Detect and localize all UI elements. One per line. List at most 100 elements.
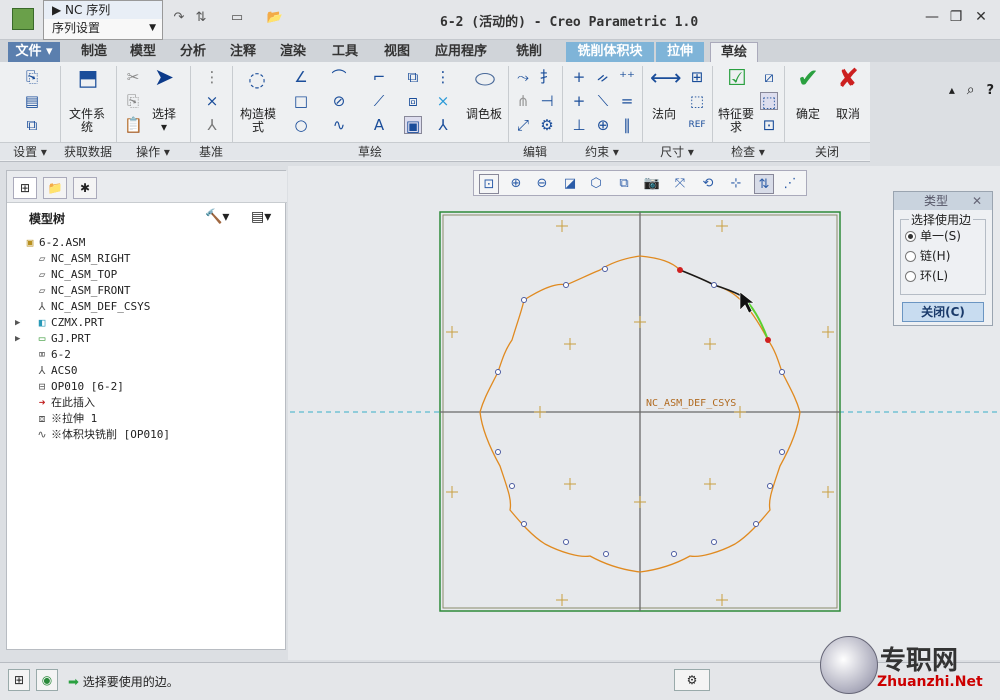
delete-segment-icon[interactable]: ⺘ bbox=[538, 68, 556, 86]
window-icon[interactable]: ▭ bbox=[228, 10, 246, 28]
horizontal-constraint-icon[interactable]: + bbox=[570, 92, 588, 110]
tree-columns-icon[interactable]: ▤▾ bbox=[251, 209, 271, 225]
tree-item[interactable]: ▱ NC_ASM_FRONT bbox=[13, 283, 283, 299]
construction-mode-icon[interactable]: ◌ bbox=[244, 69, 270, 100]
rotate-resize-icon[interactable]: ⚙ bbox=[538, 116, 556, 134]
tree-item[interactable]: ▶ ▭ GJ.PRT bbox=[13, 331, 283, 347]
display-style-icon[interactable]: ⬡ bbox=[586, 174, 606, 194]
spline-icon[interactable]: ∿ bbox=[330, 116, 348, 134]
cut-icon[interactable]: ✂ bbox=[124, 68, 142, 86]
cancel-button[interactable]: 取消 bbox=[828, 108, 868, 121]
tab-render[interactable]: 渲染 bbox=[270, 42, 316, 62]
group-setup[interactable]: 设置 ▾ bbox=[0, 142, 60, 160]
sketch-csys-icon[interactable]: ⅄ bbox=[434, 116, 452, 134]
tree-item[interactable]: ⌧ 6-2 bbox=[13, 347, 283, 363]
settings-icon[interactable]: ⎘ bbox=[23, 68, 41, 86]
dialog-close-button[interactable]: 关闭(C) bbox=[902, 302, 984, 322]
radio-loop[interactable]: 环(L) bbox=[905, 268, 985, 284]
annotation-display-icon[interactable]: ⊹ bbox=[726, 174, 746, 194]
refit-icon[interactable]: ⊡ bbox=[479, 174, 499, 194]
dialog-close-icon[interactable]: ✕ bbox=[972, 192, 982, 210]
symmetric-icon[interactable]: ⁺⁺ bbox=[618, 68, 636, 86]
confirm-check-icon[interactable]: ✔ bbox=[794, 66, 822, 100]
nc-sequence-dropdown[interactable]: ▶ NC 序列 序列设置 ▼ bbox=[43, 0, 163, 40]
search-icon[interactable]: ⌕ bbox=[967, 82, 975, 98]
close-window-icon[interactable]: 📂 bbox=[266, 10, 284, 28]
project-icon[interactable]: ▣ bbox=[404, 116, 422, 135]
offset-icon[interactable]: ⧉ bbox=[404, 68, 422, 86]
feature-requirements-button[interactable]: 特征要求 bbox=[716, 108, 756, 134]
normal-dimension-icon[interactable]: ⟷ bbox=[650, 68, 682, 100]
group-operations[interactable]: 操作 ▾ bbox=[116, 142, 190, 160]
reference-dim-icon[interactable]: REF bbox=[688, 116, 706, 134]
ok-button[interactable]: 确定 bbox=[788, 108, 828, 121]
dropdown-item-sequence-setup[interactable]: 序列设置 ▼ bbox=[44, 19, 162, 37]
close-icon[interactable]: ✕ bbox=[970, 9, 992, 29]
select-arrow-icon[interactable]: ➤ bbox=[152, 65, 176, 98]
text-icon[interactable]: A bbox=[370, 116, 388, 134]
overlapping-geometry-icon[interactable]: ⧄ bbox=[760, 68, 778, 86]
thicken-icon[interactable]: ⧈ bbox=[404, 92, 422, 110]
expand-toggle-icon[interactable]: ▶ bbox=[15, 331, 20, 347]
collapse-ribbon-icon[interactable]: ▴ bbox=[949, 83, 955, 97]
tree-item[interactable]: ⧈ ※拉伸 1 bbox=[13, 411, 283, 427]
centerline-sketch-icon[interactable]: ⋮ bbox=[434, 68, 452, 86]
fillet-icon[interactable]: ⌐ bbox=[370, 68, 388, 86]
palette-icon[interactable]: ⬭ bbox=[470, 67, 500, 100]
midpoint-icon[interactable]: ⟍ bbox=[594, 92, 612, 110]
file-system-button[interactable]: 文件系统 bbox=[64, 108, 110, 134]
maximize-icon[interactable]: ❐ bbox=[945, 9, 967, 29]
tree-item[interactable]: ▱ NC_ASM_RIGHT bbox=[13, 251, 283, 267]
spin-center-icon[interactable]: ⟲ bbox=[698, 174, 718, 194]
circle-icon[interactable]: ○ bbox=[292, 116, 310, 134]
copy-icon[interactable]: ⎘ bbox=[124, 92, 142, 110]
toggle-navigator-icon[interactable]: ⊞ bbox=[8, 669, 30, 691]
cancel-x-icon[interactable]: ✘ bbox=[834, 66, 862, 100]
redo-icon[interactable]: ↷ bbox=[170, 10, 188, 28]
ellipse-icon[interactable]: ⊘ bbox=[330, 92, 348, 110]
centerline-icon[interactable]: ⋮ bbox=[203, 68, 221, 86]
radio-single[interactable]: 单一(S) bbox=[905, 228, 985, 244]
zoom-out-icon[interactable]: ⊖ bbox=[532, 174, 552, 194]
highlight-open-ends-icon[interactable]: ⬚ bbox=[760, 92, 778, 111]
tab-favorites-icon[interactable]: ✱ bbox=[73, 177, 97, 199]
corner-icon[interactable]: ⊣ bbox=[538, 92, 556, 110]
construction-mode-button[interactable]: 构造模式 bbox=[236, 108, 280, 134]
tab-volume-milling[interactable]: 铣削体积块 bbox=[566, 42, 654, 62]
rectangle-icon[interactable]: □ bbox=[292, 92, 310, 110]
perimeter-icon[interactable]: ⊞ bbox=[688, 68, 706, 86]
radio-chain[interactable]: 链(H) bbox=[905, 248, 985, 264]
palette-button[interactable]: 调色板 bbox=[464, 108, 504, 121]
tree-item[interactable]: ⊟ OP010 [6-2] bbox=[13, 379, 283, 395]
file-system-icon[interactable]: ⬒ bbox=[76, 68, 100, 100]
datum-csys-icon[interactable]: ⅄ bbox=[203, 116, 221, 134]
tab-model-tree-icon[interactable]: ⊞ bbox=[13, 177, 37, 199]
point-icon[interactable]: × bbox=[203, 92, 221, 110]
equal-icon[interactable]: = bbox=[618, 92, 636, 110]
toggle-browser-icon[interactable]: ◉ bbox=[36, 669, 58, 691]
arc-icon[interactable]: ⌒ bbox=[330, 68, 348, 86]
group-inspect[interactable]: 检查 ▾ bbox=[712, 142, 784, 160]
view-manager-icon[interactable]: 📷 bbox=[642, 174, 662, 194]
tree-item[interactable]: ➜ 在此插入 bbox=[13, 395, 283, 411]
tangent-icon[interactable]: ᨀ bbox=[594, 68, 612, 86]
feature-requirements-icon[interactable]: ☑ bbox=[722, 68, 752, 100]
tree-item[interactable]: ∿ ※体积块铣削 [OP010] bbox=[13, 427, 283, 443]
sketch-point-icon[interactable]: × bbox=[434, 92, 452, 110]
vertical-constraint-icon[interactable]: + bbox=[570, 68, 588, 86]
shade-closed-loops-icon[interactable]: ⊡ bbox=[760, 116, 778, 134]
tree-item[interactable]: ▣ 6-2.ASM bbox=[13, 235, 283, 251]
perpendicular-icon[interactable]: ⊥ bbox=[570, 116, 588, 134]
tab-manufacture[interactable]: 制造 bbox=[68, 42, 120, 62]
minimize-icon[interactable]: — bbox=[921, 9, 943, 29]
divide-icon[interactable]: ⤢ bbox=[514, 116, 532, 134]
tree-item[interactable]: ⅄ ACS0 bbox=[13, 363, 283, 379]
regenerate-icon[interactable]: ⇅ bbox=[192, 10, 210, 28]
expand-toggle-icon[interactable]: ▶ bbox=[15, 315, 20, 331]
tab-model[interactable]: 模型 bbox=[120, 42, 166, 62]
tab-extrude[interactable]: 拉伸 bbox=[656, 42, 704, 62]
tab-milling[interactable]: 铣削 bbox=[504, 42, 554, 62]
mirror-icon[interactable]: ⋔ bbox=[514, 92, 532, 110]
tab-file[interactable]: 文件 ▾ bbox=[8, 42, 60, 62]
help-icon[interactable]: ? bbox=[986, 83, 994, 98]
